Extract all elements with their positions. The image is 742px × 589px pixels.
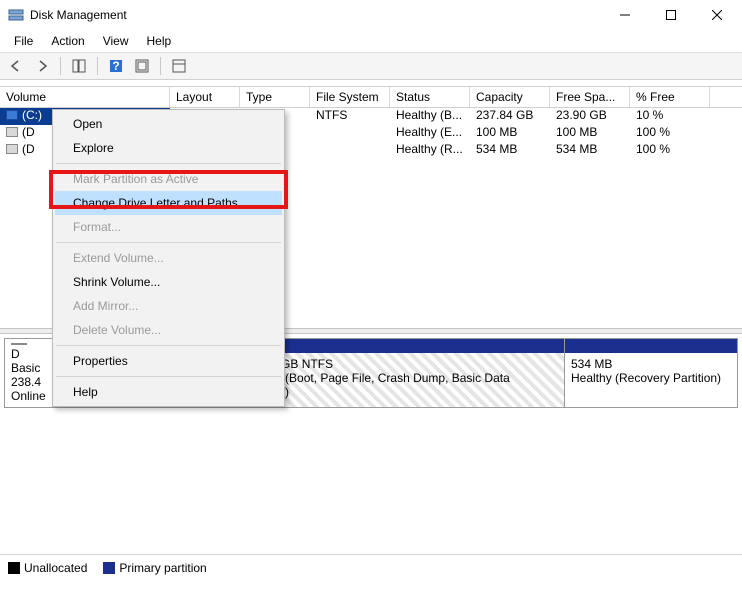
window-title: Disk Management bbox=[30, 8, 602, 22]
cm-extend-volume: Extend Volume... bbox=[55, 246, 282, 270]
partition-size: 534 MB bbox=[571, 357, 731, 371]
cm-change-drive-letter[interactable]: Change Drive Letter and Paths... bbox=[55, 191, 282, 215]
cell-pct: 100 % bbox=[630, 142, 710, 159]
cell-status: Healthy (E... bbox=[390, 125, 470, 142]
col-status[interactable]: Status bbox=[390, 87, 470, 107]
partition-size: 237.84 GB NTFS bbox=[241, 357, 558, 371]
cm-separator bbox=[56, 376, 281, 377]
toolbar: ? bbox=[0, 53, 742, 80]
rule bbox=[0, 554, 742, 555]
swatch-unallocated-icon bbox=[8, 562, 20, 574]
legend-unallocated: Unallocated bbox=[8, 561, 87, 575]
cell-status: Healthy (R... bbox=[390, 142, 470, 159]
svg-text:?: ? bbox=[112, 59, 119, 73]
disk-icon bbox=[11, 343, 27, 345]
cm-delete-volume: Delete Volume... bbox=[55, 318, 282, 342]
cell-pct: 100 % bbox=[630, 125, 710, 142]
col-type[interactable]: Type bbox=[240, 87, 310, 107]
col-layout[interactable]: Layout bbox=[170, 87, 240, 107]
cm-open[interactable]: Open bbox=[55, 112, 282, 136]
settings-icon[interactable] bbox=[169, 56, 189, 76]
cell-pct: 10 % bbox=[630, 108, 710, 125]
menu-view[interactable]: View bbox=[95, 32, 137, 50]
cell-free: 534 MB bbox=[550, 142, 630, 159]
context-menu: Open Explore Mark Partition as Active Ch… bbox=[52, 109, 285, 407]
partition-header bbox=[565, 339, 737, 353]
cell-capacity: 534 MB bbox=[470, 142, 550, 159]
col-pctfree[interactable]: % Free bbox=[630, 87, 710, 107]
help-icon[interactable]: ? bbox=[106, 56, 126, 76]
drive-icon bbox=[6, 144, 18, 154]
menu-file[interactable]: File bbox=[6, 32, 41, 50]
cm-properties[interactable]: Properties bbox=[55, 349, 282, 373]
legend-primary: Primary partition bbox=[103, 561, 206, 575]
cm-separator bbox=[56, 242, 281, 243]
cell-status: Healthy (B... bbox=[390, 108, 470, 125]
cm-separator bbox=[56, 345, 281, 346]
drive-icon bbox=[6, 110, 18, 120]
col-capacity[interactable]: Capacity bbox=[470, 87, 550, 107]
partition-status: Healthy (Boot, Page File, Crash Dump, Ba… bbox=[241, 371, 558, 399]
cm-mark-active: Mark Partition as Active bbox=[55, 167, 282, 191]
col-volume[interactable]: Volume bbox=[0, 87, 170, 107]
cell-capacity: 100 MB bbox=[470, 125, 550, 142]
legend: Unallocated Primary partition bbox=[8, 561, 207, 575]
toolbar-divider bbox=[60, 57, 61, 75]
cm-separator bbox=[56, 163, 281, 164]
cell-capacity: 237.84 GB bbox=[470, 108, 550, 125]
toolbar-divider bbox=[97, 57, 98, 75]
toolbar-divider bbox=[160, 57, 161, 75]
app-icon bbox=[8, 7, 24, 23]
cell-free: 23.90 GB bbox=[550, 108, 630, 125]
layout-icon[interactable] bbox=[69, 56, 89, 76]
menu-help[interactable]: Help bbox=[139, 32, 180, 50]
partition-status: Healthy (Recovery Partition) bbox=[571, 371, 731, 385]
refresh-icon[interactable] bbox=[132, 56, 152, 76]
volume-name: (C:) bbox=[22, 108, 42, 122]
cm-format: Format... bbox=[55, 215, 282, 239]
cm-explore[interactable]: Explore bbox=[55, 136, 282, 160]
col-filesystem[interactable]: File System bbox=[310, 87, 390, 107]
minimize-button[interactable] bbox=[602, 0, 648, 30]
volume-grid-header: Volume Layout Type File System Status Ca… bbox=[0, 86, 742, 108]
col-freespace[interactable]: Free Spa... bbox=[550, 87, 630, 107]
cell-fs: NTFS bbox=[310, 108, 390, 125]
volume-name: (D bbox=[22, 125, 35, 139]
swatch-primary-icon bbox=[103, 562, 115, 574]
cm-add-mirror: Add Mirror... bbox=[55, 294, 282, 318]
maximize-button[interactable] bbox=[648, 0, 694, 30]
volume-name: (D bbox=[22, 142, 35, 156]
menu-bar: File Action View Help bbox=[0, 30, 742, 53]
cm-shrink-volume[interactable]: Shrink Volume... bbox=[55, 270, 282, 294]
forward-icon[interactable] bbox=[32, 56, 52, 76]
cm-help[interactable]: Help bbox=[55, 380, 282, 404]
partition[interactable]: 534 MB Healthy (Recovery Partition) bbox=[565, 339, 737, 407]
menu-action[interactable]: Action bbox=[43, 32, 92, 50]
back-icon[interactable] bbox=[6, 56, 26, 76]
title-bar: Disk Management bbox=[0, 0, 742, 30]
cell-free: 100 MB bbox=[550, 125, 630, 142]
drive-icon bbox=[6, 127, 18, 137]
close-button[interactable] bbox=[694, 0, 740, 30]
